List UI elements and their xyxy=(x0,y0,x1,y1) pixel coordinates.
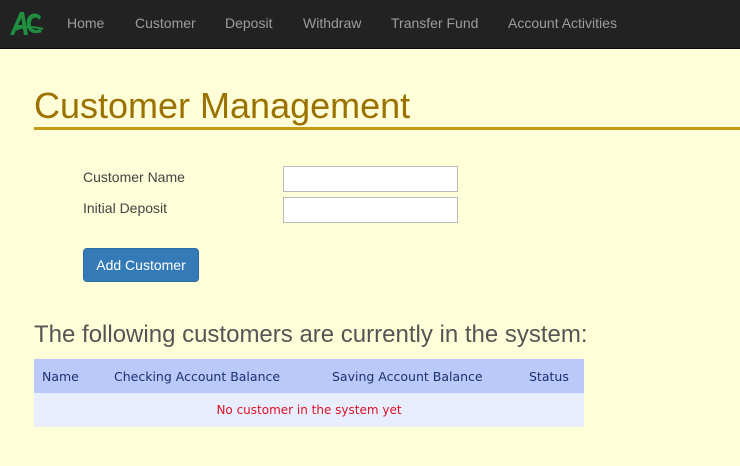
customer-name-input[interactable] xyxy=(283,166,458,192)
initial-deposit-label: Initial Deposit xyxy=(83,200,168,216)
table-row: No customer in the system yet xyxy=(34,393,584,427)
empty-table-message: No customer in the system yet xyxy=(34,393,584,427)
nav-deposit[interactable]: Deposit xyxy=(225,0,272,46)
title-divider xyxy=(34,127,740,130)
column-header-status: Status xyxy=(522,359,584,393)
nav-customer[interactable]: Customer xyxy=(135,0,196,46)
column-header-checking-balance: Checking Account Balance xyxy=(108,359,326,393)
page-title: Customer Management xyxy=(34,85,411,126)
brand-logo[interactable] xyxy=(8,8,44,38)
nav-home[interactable]: Home xyxy=(67,0,104,46)
nav-transfer-fund[interactable]: Transfer Fund xyxy=(391,0,478,46)
customer-name-label: Customer Name xyxy=(83,169,185,185)
column-header-name: Name xyxy=(34,359,108,393)
initial-deposit-input[interactable] xyxy=(283,197,458,223)
table-header-row: Name Checking Account Balance Saving Acc… xyxy=(34,359,584,393)
top-navbar: Home Customer Deposit Withdraw Transfer … xyxy=(0,0,740,49)
nav-withdraw[interactable]: Withdraw xyxy=(303,0,361,46)
column-header-saving-balance: Saving Account Balance xyxy=(326,359,522,393)
nav-account-activities[interactable]: Account Activities xyxy=(508,0,617,46)
customers-table: Name Checking Account Balance Saving Acc… xyxy=(34,359,584,427)
customers-heading: The following customers are currently in… xyxy=(34,321,588,348)
add-customer-button[interactable]: Add Customer xyxy=(83,248,199,282)
